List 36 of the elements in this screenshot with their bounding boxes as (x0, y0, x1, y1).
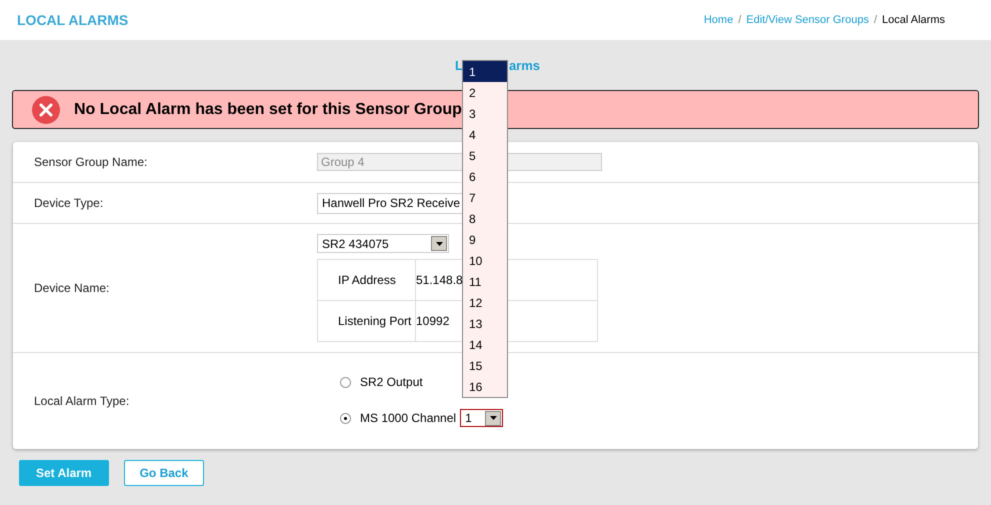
radio-label: SR2 Output (360, 375, 423, 389)
radio-button[interactable] (340, 376, 351, 388)
detail-label: Listening Port (318, 300, 416, 341)
dropdown-option[interactable]: 2 (463, 82, 507, 103)
detail-value: 10992 (416, 314, 450, 328)
field-label: Local Alarm Type: (34, 394, 130, 408)
dropdown-option[interactable]: 11 (463, 271, 507, 292)
section-title: L (455, 58, 463, 74)
dropdown-option[interactable]: 1 (463, 61, 507, 82)
section-title: arms (508, 58, 540, 74)
error-icon (32, 96, 60, 124)
dropdown-option[interactable]: 12 (463, 292, 507, 313)
dropdown-option[interactable]: 13 (463, 313, 507, 334)
breadcrumb-current: Local Alarms (882, 14, 945, 26)
dropdown-option[interactable]: 4 (463, 124, 507, 145)
dropdown-option[interactable]: 9 (463, 229, 507, 250)
caret-icon (490, 416, 497, 420)
radio-button[interactable] (340, 412, 351, 424)
field-label: Device Type: (34, 196, 104, 210)
field-label: Device Name: (34, 281, 110, 295)
dropdown-option[interactable]: 10 (463, 250, 507, 271)
radio-label: MS 1000 Channel (360, 411, 456, 425)
dropdown-option[interactable]: 15 (463, 355, 507, 376)
error-message: No Local Alarm has been set for this Sensor Group (74, 100, 462, 118)
device-name-select[interactable]: SR2 434075 (317, 234, 449, 253)
detail-label: IP Address (318, 260, 416, 300)
page-header-title: LOCAL ALARMS (17, 12, 128, 28)
caret-icon (436, 242, 442, 246)
channel-select[interactable]: 1 (460, 409, 504, 427)
detail-value: 51.148.8 (416, 273, 463, 287)
field-label: Sensor Group Name: (34, 155, 148, 169)
dropdown-option[interactable]: 3 (463, 103, 507, 124)
breadcrumb-separator: / (874, 14, 878, 26)
dropdown-option[interactable]: 16 (463, 376, 507, 397)
breadcrumb-separator: / (738, 14, 742, 26)
dropdown-option[interactable]: 14 (463, 334, 507, 355)
